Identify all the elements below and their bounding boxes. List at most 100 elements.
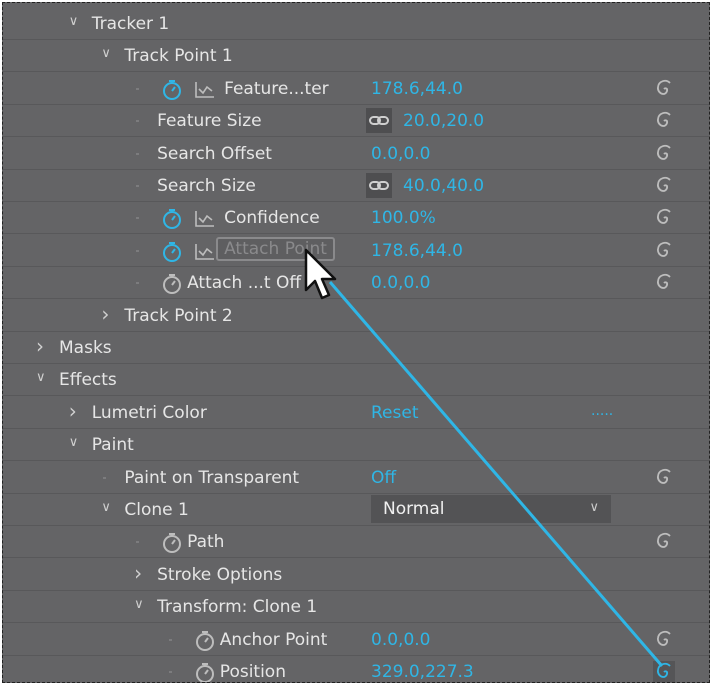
property-row[interactable]: ∨ Paint [3,429,709,462]
property-label: Stroke Options [157,564,283,585]
property-label: Anchor Point [219,629,328,650]
property-row[interactable]: ∨ Transform: Clone 1 [3,591,709,624]
property-label: Path [187,532,225,553]
stopwatch-icon[interactable] [161,79,183,105]
stopwatch-icon[interactable] [194,630,216,656]
property-value[interactable]: 0.0,0.0 [371,630,430,650]
property-value[interactable]: Reset [371,403,419,423]
property-row[interactable]: Attach ...t Off 0.0,0.0 [3,267,709,300]
property-row[interactable]: ∨ Effects [3,364,709,397]
property-label: Lumetri Color [91,402,207,423]
graph-editor-icon[interactable] [194,243,216,265]
pick-whip-icon[interactable] [653,531,675,557]
dropdown-value: Normal [383,499,445,519]
chevron-down-icon[interactable]: ∨ [101,46,111,61]
chevron-right-icon[interactable]: › [36,334,44,358]
property-row[interactable]: Position 329.0,227.3 [3,656,709,682]
pick-whip-icon[interactable] [653,175,675,201]
tree-dot [136,120,140,123]
property-row[interactable]: › Track Point 2 [3,300,709,332]
pick-whip-icon[interactable] [653,629,675,655]
pick-whip-icon[interactable] [653,143,675,169]
stopwatch-icon[interactable] [194,662,216,682]
property-row[interactable]: ∨ Tracker 1 [3,8,709,40]
property-row[interactable]: Feature Size 20.0,20.0 [3,105,709,138]
tree-dot [136,217,140,220]
chevron-down-icon[interactable]: ∨ [36,370,46,385]
pick-whip-icon[interactable] [653,272,675,298]
property-value[interactable]: 0.0,0.0 [371,144,430,164]
property-row[interactable]: ∨ Track Point 1 [3,40,709,73]
stopwatch-icon[interactable] [161,532,183,558]
tree-dot [103,476,107,479]
property-label: Feature...ter [224,78,329,99]
property-label: Search Offset [157,143,272,164]
chevron-right-icon[interactable]: › [134,561,142,585]
stopwatch-icon[interactable] [161,241,183,267]
property-row[interactable]: Search Size 40.0,40.0 [3,170,709,202]
property-row[interactable]: Paint on Transparent Off [3,462,709,494]
property-label[interactable]: Attach Point [216,236,335,261]
tree-dot [136,87,140,90]
property-value[interactable]: 40.0,40.0 [403,176,484,196]
pick-whip-icon[interactable] [653,467,675,493]
property-value[interactable]: 20.0,20.0 [403,111,484,131]
chevron-down-icon[interactable]: ∨ [101,500,111,515]
property-value[interactable]: 329.0,227.3 [371,662,474,682]
blend-mode-dropdown[interactable]: Normal ∨ [371,495,611,523]
constrain-proportions-link-icon[interactable] [366,173,392,198]
property-label: Masks [59,338,112,358]
chevron-down-icon[interactable]: ∨ [69,435,79,450]
graph-editor-icon[interactable] [194,210,216,232]
stopwatch-icon[interactable] [161,208,183,234]
property-row[interactable]: › Stroke Options [3,559,709,591]
tree-dot [168,671,172,673]
chevron-down-icon[interactable]: ∨ [134,597,144,612]
tree-dot [136,152,140,155]
chevron-down-icon: ∨ [589,500,599,515]
property-label: Transform: Clone 1 [157,597,318,618]
pick-whip-icon[interactable] [653,78,675,104]
property-label: Paint [91,435,134,456]
property-label: Feature Size [157,111,262,132]
tree-dot [168,638,172,641]
property-value[interactable]: 178.6,44.0 [371,241,463,261]
property-row[interactable]: Attach Point 178.6,44.0 [3,235,709,267]
property-label: Track Point 1 [124,46,233,67]
property-row[interactable]: ∨ Clone 1 Normal ∨ [3,494,709,526]
tree-dot [136,282,140,285]
property-label: Confidence [224,208,320,229]
effect-options-link[interactable]: ..... [591,403,613,419]
tree-dot [136,541,140,544]
property-value[interactable]: 178.6,44.0 [371,79,463,99]
pick-whip-icon[interactable] [653,207,675,233]
graph-editor-icon[interactable] [194,81,216,103]
chevron-right-icon[interactable]: › [69,399,77,423]
property-label: Search Size [157,176,256,196]
pick-whip-icon[interactable] [653,661,675,682]
property-row[interactable]: › Masks [3,332,709,364]
tree-dot [136,249,140,252]
property-label: Attach ...t Off [187,273,302,294]
property-label: Tracker 1 [91,14,170,34]
property-label: Track Point 2 [124,305,233,326]
property-row[interactable]: Search Offset 0.0,0.0 [3,138,709,170]
property-row[interactable]: › Lumetri Color Reset..... [3,397,709,429]
property-row[interactable]: Feature...ter 178.6,44.0 [3,73,709,105]
timeline-properties-panel: ∨ Tracker 1 ∨ Track Point 1 Feature...ter 178… [2,2,710,683]
pick-whip-icon[interactable] [653,110,675,136]
property-row[interactable]: Confidence 100.0% [3,202,709,235]
constrain-proportions-link-icon[interactable] [366,108,392,134]
property-row[interactable]: Anchor Point 0.0,0.0 [3,624,709,656]
property-row[interactable]: Path [3,526,709,559]
property-label: Effects [59,370,117,391]
chevron-down-icon[interactable]: ∨ [69,14,79,29]
property-label: Position [219,662,286,682]
property-value[interactable]: 100.0% [371,208,436,228]
property-value[interactable]: Off [371,468,396,488]
stopwatch-icon[interactable] [161,273,183,299]
chevron-right-icon[interactable]: › [101,302,109,326]
pick-whip-icon[interactable] [653,240,675,266]
tree-dot [136,185,140,187]
property-value[interactable]: 0.0,0.0 [371,273,430,293]
